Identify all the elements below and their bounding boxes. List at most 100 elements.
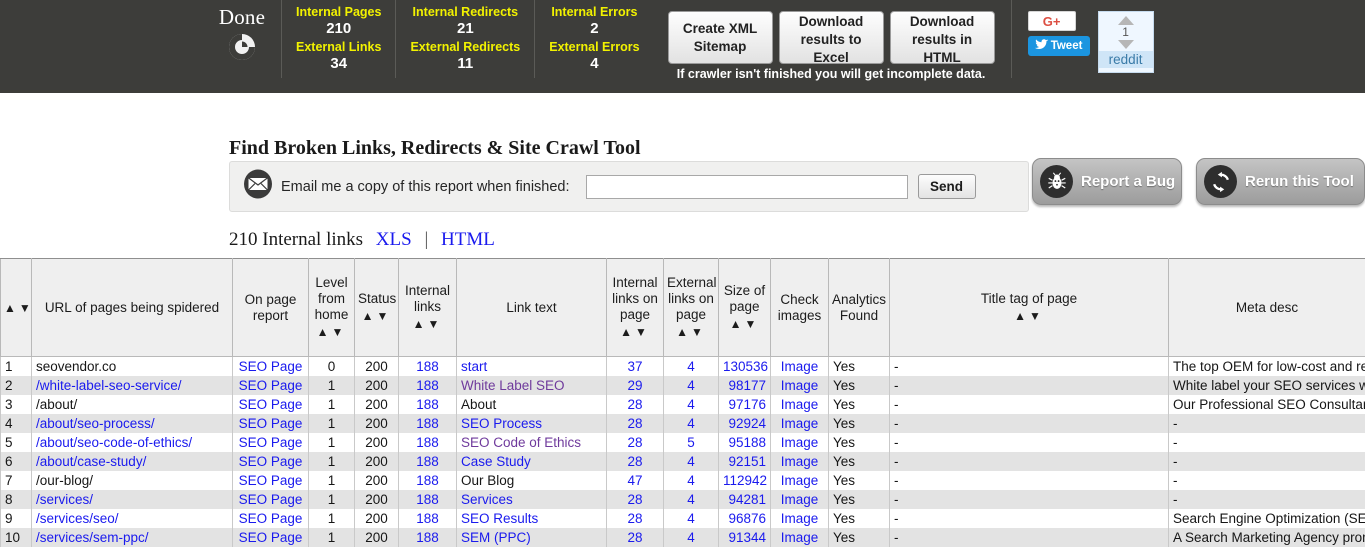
cell-link[interactable]: White Label SEO	[461, 378, 565, 393]
header-external-links-on-page[interactable]: External links on page ▲▼	[663, 258, 719, 357]
cell-external-links-on-page[interactable]: 4	[663, 509, 719, 528]
cell-link[interactable]: 28	[627, 492, 642, 507]
cell-size-of-page[interactable]: 112942	[718, 471, 771, 490]
cell-check-images[interactable]: Image	[770, 509, 829, 528]
cell-link[interactable]: SEM (PPC)	[461, 530, 531, 545]
cell-link[interactable]: 188	[416, 492, 439, 507]
cell-check-images[interactable]: Image	[770, 395, 829, 414]
cell-link[interactable]: SEO Page	[239, 397, 303, 412]
cell-link-text[interactable]: SEO Results	[456, 509, 607, 528]
cell-link-text[interactable]: SEO Code of Ethics	[456, 433, 607, 452]
cell-link[interactable]: 28	[627, 397, 642, 412]
cell-on-page-report[interactable]: SEO Page	[232, 528, 309, 547]
cell-internal-links-on-page[interactable]: 28	[606, 433, 664, 452]
cell-link[interactable]: Image	[781, 435, 819, 450]
cell-on-page-report[interactable]: SEO Page	[232, 414, 309, 433]
cell-link[interactable]: 188	[416, 397, 439, 412]
cell-link[interactable]: /services/seo/	[36, 511, 119, 526]
cell-url[interactable]: /services/	[31, 490, 233, 509]
cell-link[interactable]: About	[461, 397, 496, 412]
cell-link[interactable]: seovendor.co	[36, 359, 116, 374]
cell-link[interactable]: SEO Page	[239, 416, 303, 431]
cell-link[interactable]: /about/seo-code-of-ethics/	[36, 435, 192, 450]
cell-link-text[interactable]: SEO Process	[456, 414, 607, 433]
cell-link[interactable]: SEO Process	[461, 416, 542, 431]
cell-internal-links[interactable]: 188	[398, 509, 457, 528]
cell-internal-links-on-page[interactable]: 29	[606, 376, 664, 395]
cell-internal-links[interactable]: 188	[398, 356, 457, 376]
sort-arrows-size[interactable]: ▲▼	[722, 316, 767, 332]
cell-link[interactable]: 188	[416, 435, 439, 450]
cell-link[interactable]: 188	[416, 473, 439, 488]
cell-internal-links[interactable]: 188	[398, 395, 457, 414]
cell-url[interactable]: /our-blog/	[31, 471, 233, 490]
cell-link[interactable]: /services/sem-ppc/	[36, 530, 149, 545]
cell-external-links-on-page[interactable]: 4	[663, 490, 719, 509]
cell-link[interactable]: /our-blog/	[36, 473, 93, 488]
xls-download-link[interactable]: XLS	[376, 229, 412, 250]
cell-link[interactable]: 97176	[728, 397, 766, 412]
cell-link[interactable]: 28	[627, 511, 642, 526]
cell-link[interactable]: SEO Page	[239, 492, 303, 507]
cell-link[interactable]: /services/	[36, 492, 93, 507]
header-level-from-home[interactable]: Level from home ▲▼	[308, 258, 355, 357]
cell-internal-links-on-page[interactable]: 47	[606, 471, 664, 490]
cell-internal-links[interactable]: 188	[398, 490, 457, 509]
cell-link[interactable]: 4	[687, 378, 695, 393]
cell-link[interactable]: 95188	[728, 435, 766, 450]
cell-url[interactable]: /about/	[31, 395, 233, 414]
cell-link[interactable]: Image	[781, 530, 819, 545]
cell-link[interactable]: 112942	[723, 473, 767, 488]
cell-link[interactable]: 130536	[723, 359, 768, 374]
cell-link[interactable]: /white-label-seo-service/	[36, 378, 182, 393]
cell-link[interactable]: 37	[627, 359, 642, 374]
cell-on-page-report[interactable]: SEO Page	[232, 376, 309, 395]
cell-link[interactable]: /about/	[36, 397, 77, 412]
cell-size-of-page[interactable]: 97176	[718, 395, 771, 414]
cell-check-images[interactable]: Image	[770, 414, 829, 433]
cell-check-images[interactable]: Image	[770, 528, 829, 547]
cell-link-text[interactable]: Case Study	[456, 452, 607, 471]
cell-link[interactable]: 94281	[728, 492, 766, 507]
cell-external-links-on-page[interactable]: 4	[663, 452, 719, 471]
cell-size-of-page[interactable]: 92151	[718, 452, 771, 471]
google-plus-share-button[interactable]: G+	[1027, 11, 1076, 31]
sort-arrows-status[interactable]: ▲▼	[358, 308, 395, 324]
cell-link[interactable]: 96876	[728, 511, 766, 526]
cell-link[interactable]: start	[461, 359, 487, 374]
cell-internal-links-on-page[interactable]: 28	[606, 452, 664, 471]
cell-link[interactable]: Case Study	[461, 454, 531, 469]
cell-size-of-page[interactable]: 94281	[718, 490, 771, 509]
download-excel-button[interactable]: Download results to Excel	[778, 11, 884, 64]
download-html-button[interactable]: Download results in HTML	[889, 11, 995, 64]
cell-internal-links[interactable]: 188	[398, 376, 457, 395]
cell-url[interactable]: /about/seo-code-of-ethics/	[31, 433, 233, 452]
reddit-upvote-icon[interactable]	[1117, 16, 1134, 25]
cell-on-page-report[interactable]: SEO Page	[232, 490, 309, 509]
cell-size-of-page[interactable]: 98177	[718, 376, 771, 395]
cell-link[interactable]: 4	[687, 359, 695, 374]
cell-link[interactable]: Our Blog	[461, 473, 514, 488]
cell-link[interactable]: 188	[416, 511, 439, 526]
cell-link-text[interactable]: About	[456, 395, 607, 414]
cell-link[interactable]: 4	[687, 454, 695, 469]
cell-link[interactable]: 4	[687, 416, 695, 431]
cell-link[interactable]: 4	[687, 530, 695, 545]
cell-link[interactable]: 28	[627, 435, 642, 450]
header-title-tag[interactable]: Title tag of page ▲▼	[889, 258, 1169, 357]
cell-link[interactable]: Image	[781, 416, 819, 431]
cell-link[interactable]: /about/case-study/	[36, 454, 146, 469]
cell-internal-links-on-page[interactable]: 28	[606, 509, 664, 528]
cell-on-page-report[interactable]: SEO Page	[232, 356, 309, 376]
cell-link-text[interactable]: Our Blog	[456, 471, 607, 490]
cell-link[interactable]: SEO Page	[239, 359, 303, 374]
cell-url[interactable]: /white-label-seo-service/	[31, 376, 233, 395]
cell-link[interactable]: 188	[416, 359, 439, 374]
cell-link[interactable]: 29	[627, 378, 642, 393]
sort-arrows-rownum[interactable]: ▲▼	[4, 300, 31, 316]
cell-internal-links[interactable]: 188	[398, 452, 457, 471]
sort-arrows-level[interactable]: ▲▼	[312, 324, 351, 340]
cell-link[interactable]: Image	[781, 359, 819, 374]
cell-size-of-page[interactable]: 92924	[718, 414, 771, 433]
cell-link[interactable]: SEO Page	[239, 435, 303, 450]
